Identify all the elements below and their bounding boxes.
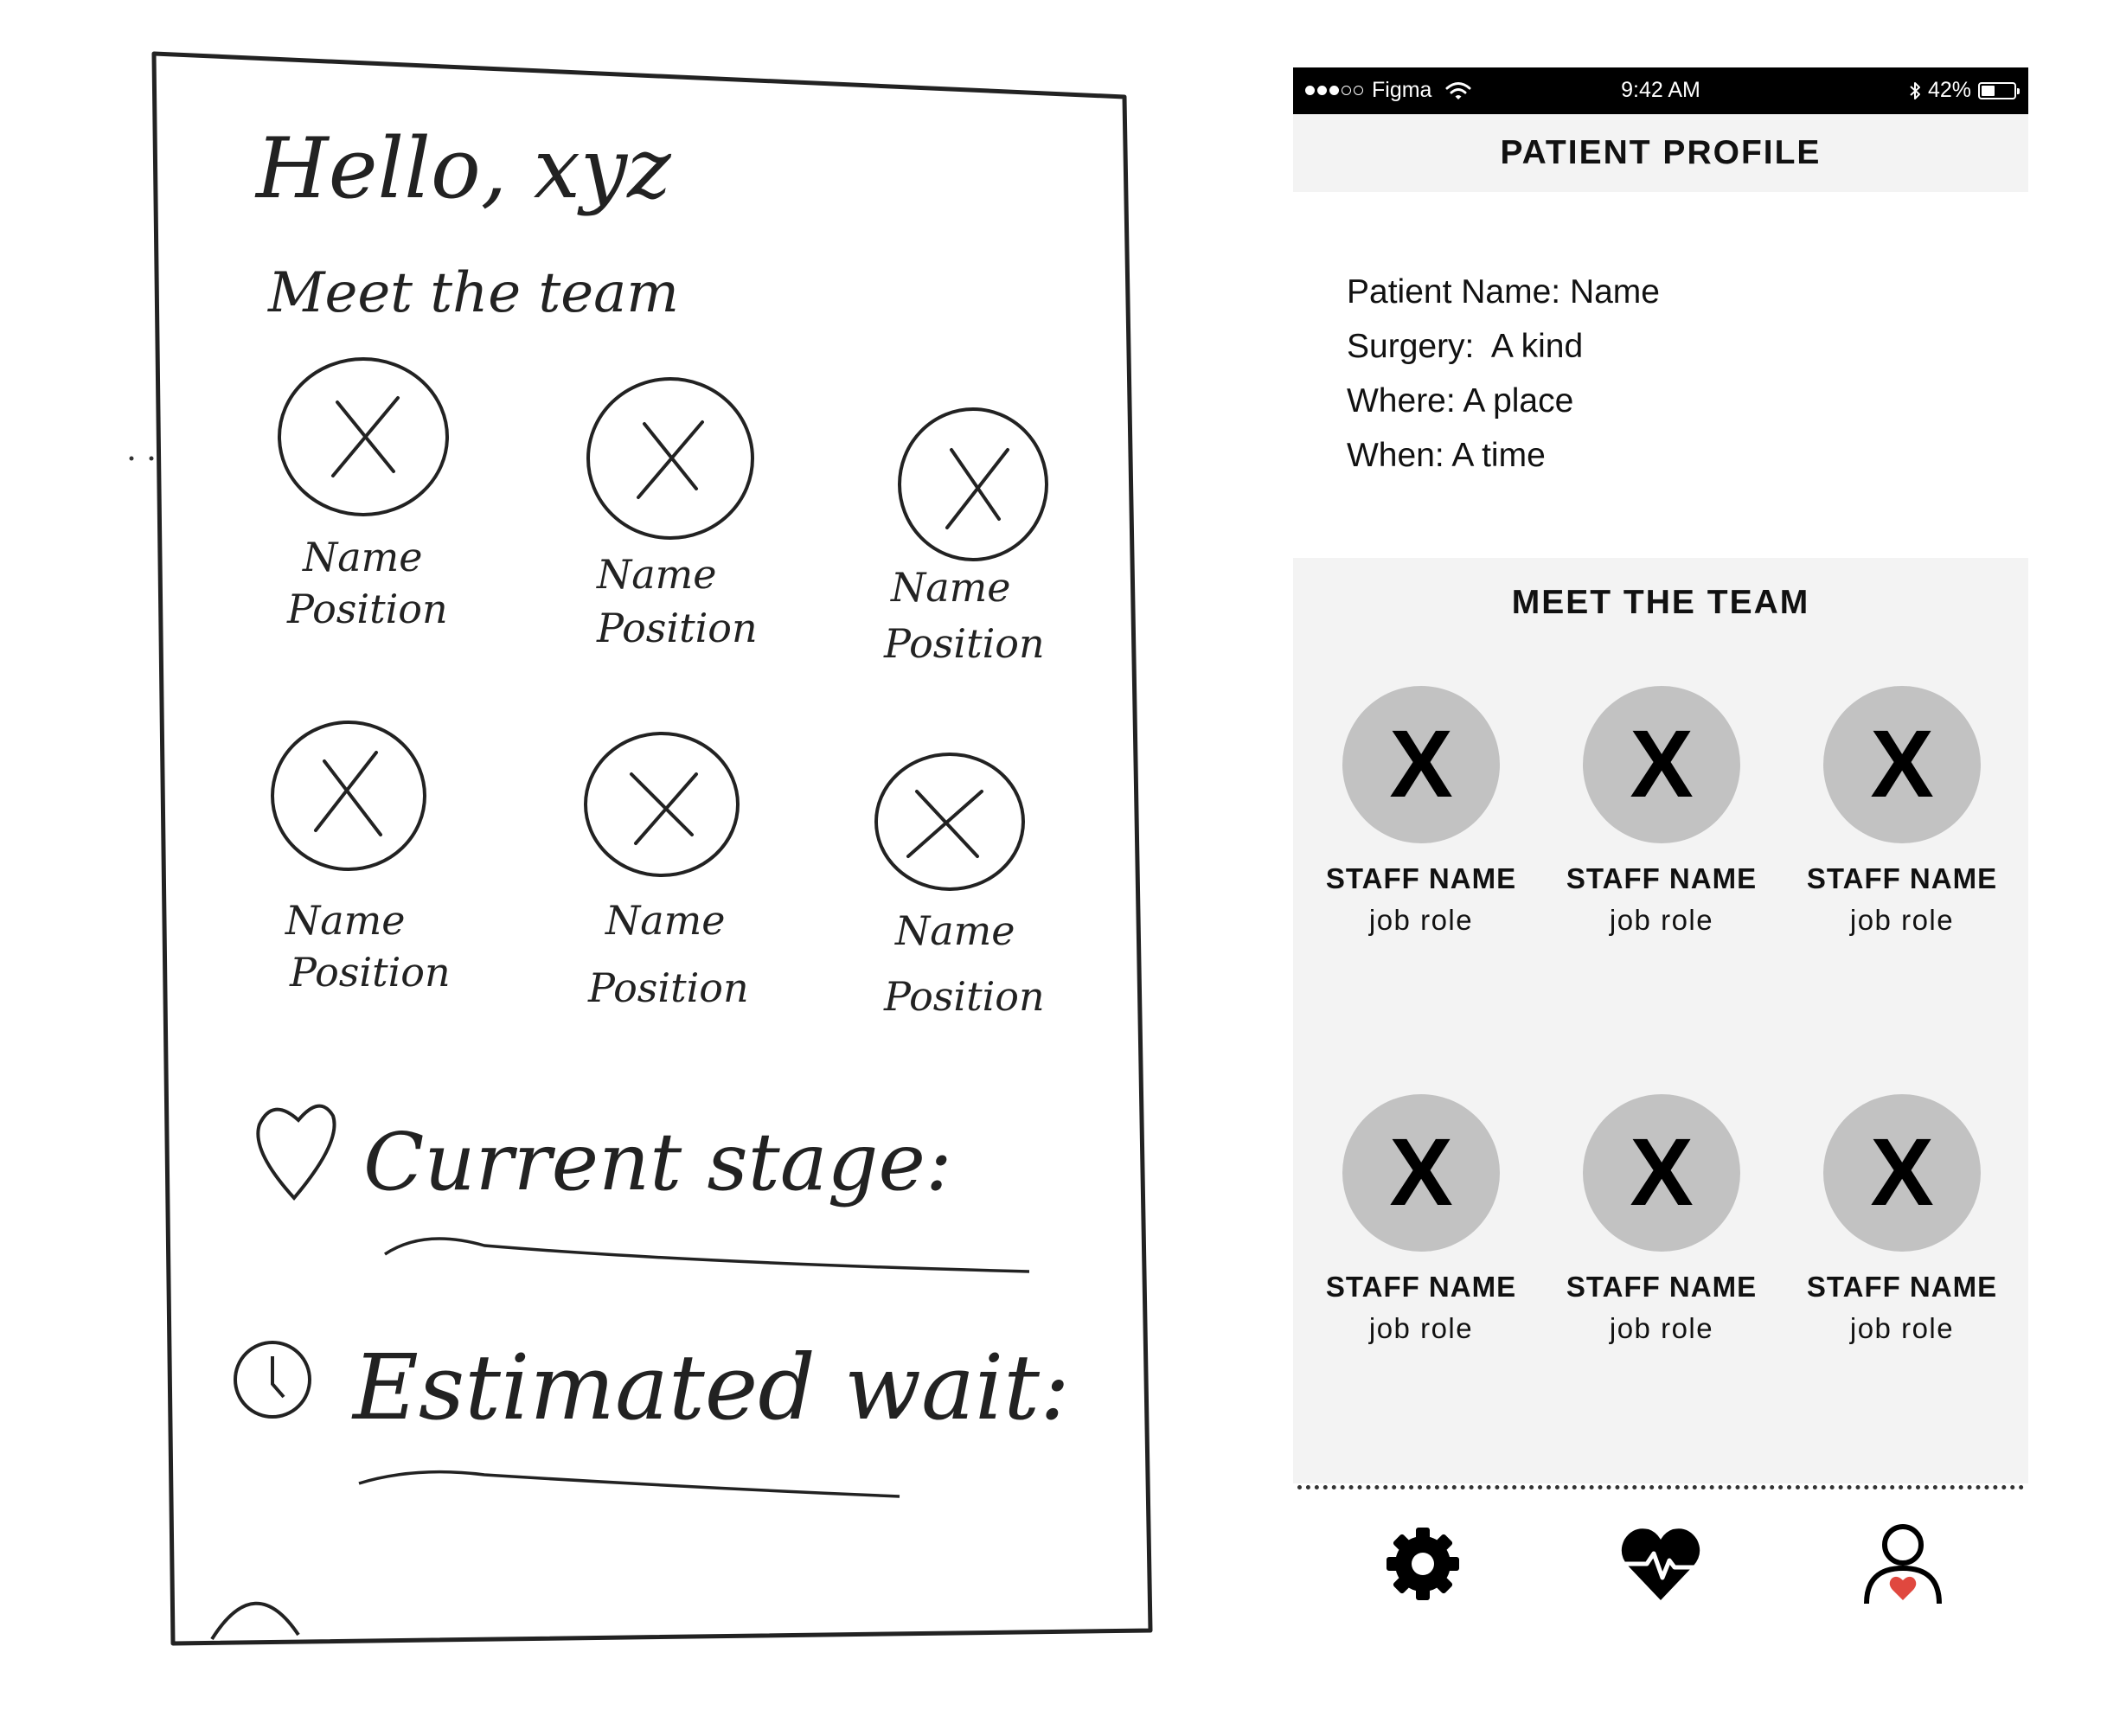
health-tab[interactable]	[1617, 1521, 1704, 1607]
sketch-clock-icon	[234, 1341, 311, 1419]
team-member-card[interactable]: X STAFF NAME job role	[1549, 1094, 1774, 1345]
job-role: job role	[1368, 904, 1474, 936]
patient-info: Patient Name: Name Surgery: A kind Where…	[1347, 265, 1660, 483]
avatar: X	[1823, 1094, 1981, 1252]
team-member-card[interactable]: X STAFF NAME job role	[1790, 1094, 2014, 1345]
team-member-card[interactable]: X STAFF NAME job role	[1790, 686, 2014, 937]
battery-icon	[1978, 81, 2020, 99]
sketch-member-name: Name	[285, 897, 406, 944]
sketch-home-button	[210, 1601, 300, 1641]
sketch-heart-icon	[256, 1104, 336, 1201]
where-line: Where: A place	[1347, 382, 1574, 420]
sketch-member-name: Name	[302, 534, 423, 580]
sketch-greeting: Hello, xyz	[254, 120, 672, 217]
staff-name: STAFF NAME	[1325, 1271, 1517, 1303]
staff-name: STAFF NAME	[1566, 1271, 1758, 1303]
staff-name: STAFF NAME	[1806, 1271, 1998, 1303]
staff-name: STAFF NAME	[1325, 862, 1517, 894]
sketch-current-stage-label: Current stage:	[363, 1116, 952, 1208]
when-line: When: A time	[1347, 437, 1546, 474]
person-heart-icon	[1864, 1524, 1942, 1605]
sketch-member-name: Name	[894, 907, 1015, 954]
patient-name-line: Patient Name: Name	[1347, 273, 1660, 311]
team-section: MEET THE TEAM X STAFF NAME job role X ST…	[1293, 558, 2028, 1483]
sketch-member-position: Position	[587, 964, 749, 1011]
sketch-member-position: Position	[883, 620, 1045, 667]
job-role: job role	[1609, 904, 1714, 936]
gear-icon	[1387, 1528, 1459, 1600]
avatar: X	[1583, 1094, 1740, 1252]
job-role: job role	[1609, 1312, 1714, 1344]
avatar: X	[1583, 686, 1740, 843]
team-member-card[interactable]: X STAFF NAME job role	[1309, 686, 1534, 937]
phone-screen: Figma 9:42 AM 42% PATIENT PROFILE Patien…	[1293, 67, 2028, 1633]
job-role: job role	[1368, 1312, 1474, 1344]
staff-name: STAFF NAME	[1806, 862, 1998, 894]
sketch-member-name: Name	[605, 897, 726, 944]
status-bar: Figma 9:42 AM 42%	[1293, 67, 2028, 114]
sketch-member-position: Position	[286, 586, 448, 632]
team-title: MEET THE TEAM	[1511, 584, 1810, 621]
page-title: PATIENT PROFILE	[1293, 114, 2028, 192]
sketch-avatar	[278, 357, 1048, 561]
surgery-line: Surgery: A kind	[1347, 328, 1584, 365]
sketch-member-name: Name	[596, 551, 717, 598]
tab-bar-divider	[1297, 1485, 2024, 1489]
sketch-member-position: Position	[596, 605, 758, 651]
team-member-card[interactable]: X STAFF NAME job role	[1309, 1094, 1534, 1345]
paper-sketch: Hello, xyz Meet the team Name Position N…	[129, 51, 1153, 1646]
sketch-avatar	[271, 721, 1025, 891]
staff-name: STAFF NAME	[1566, 862, 1758, 894]
team-member-card[interactable]: X STAFF NAME job role	[1549, 686, 1774, 937]
sketch-estimated-wait-label: Estimated wait:	[351, 1335, 1070, 1440]
avatar: X	[1823, 686, 1981, 843]
profile-tab[interactable]	[1860, 1521, 1946, 1607]
sketch-member-name: Name	[890, 564, 1011, 611]
status-right: 42%	[1909, 78, 2020, 103]
sketch-member-position: Position	[289, 949, 451, 996]
sketch-section-title: Meet the team	[267, 261, 679, 325]
battery-percent: 42%	[1927, 78, 1971, 102]
heart-pulse-icon	[1621, 1528, 1700, 1600]
sketch-member-position: Position	[883, 973, 1045, 1020]
settings-tab[interactable]	[1380, 1521, 1466, 1607]
avatar: X	[1342, 1094, 1500, 1252]
bluetooth-icon	[1910, 81, 1920, 99]
job-role: job role	[1849, 1312, 1955, 1344]
job-role: job role	[1849, 904, 1955, 936]
avatar: X	[1342, 686, 1500, 843]
